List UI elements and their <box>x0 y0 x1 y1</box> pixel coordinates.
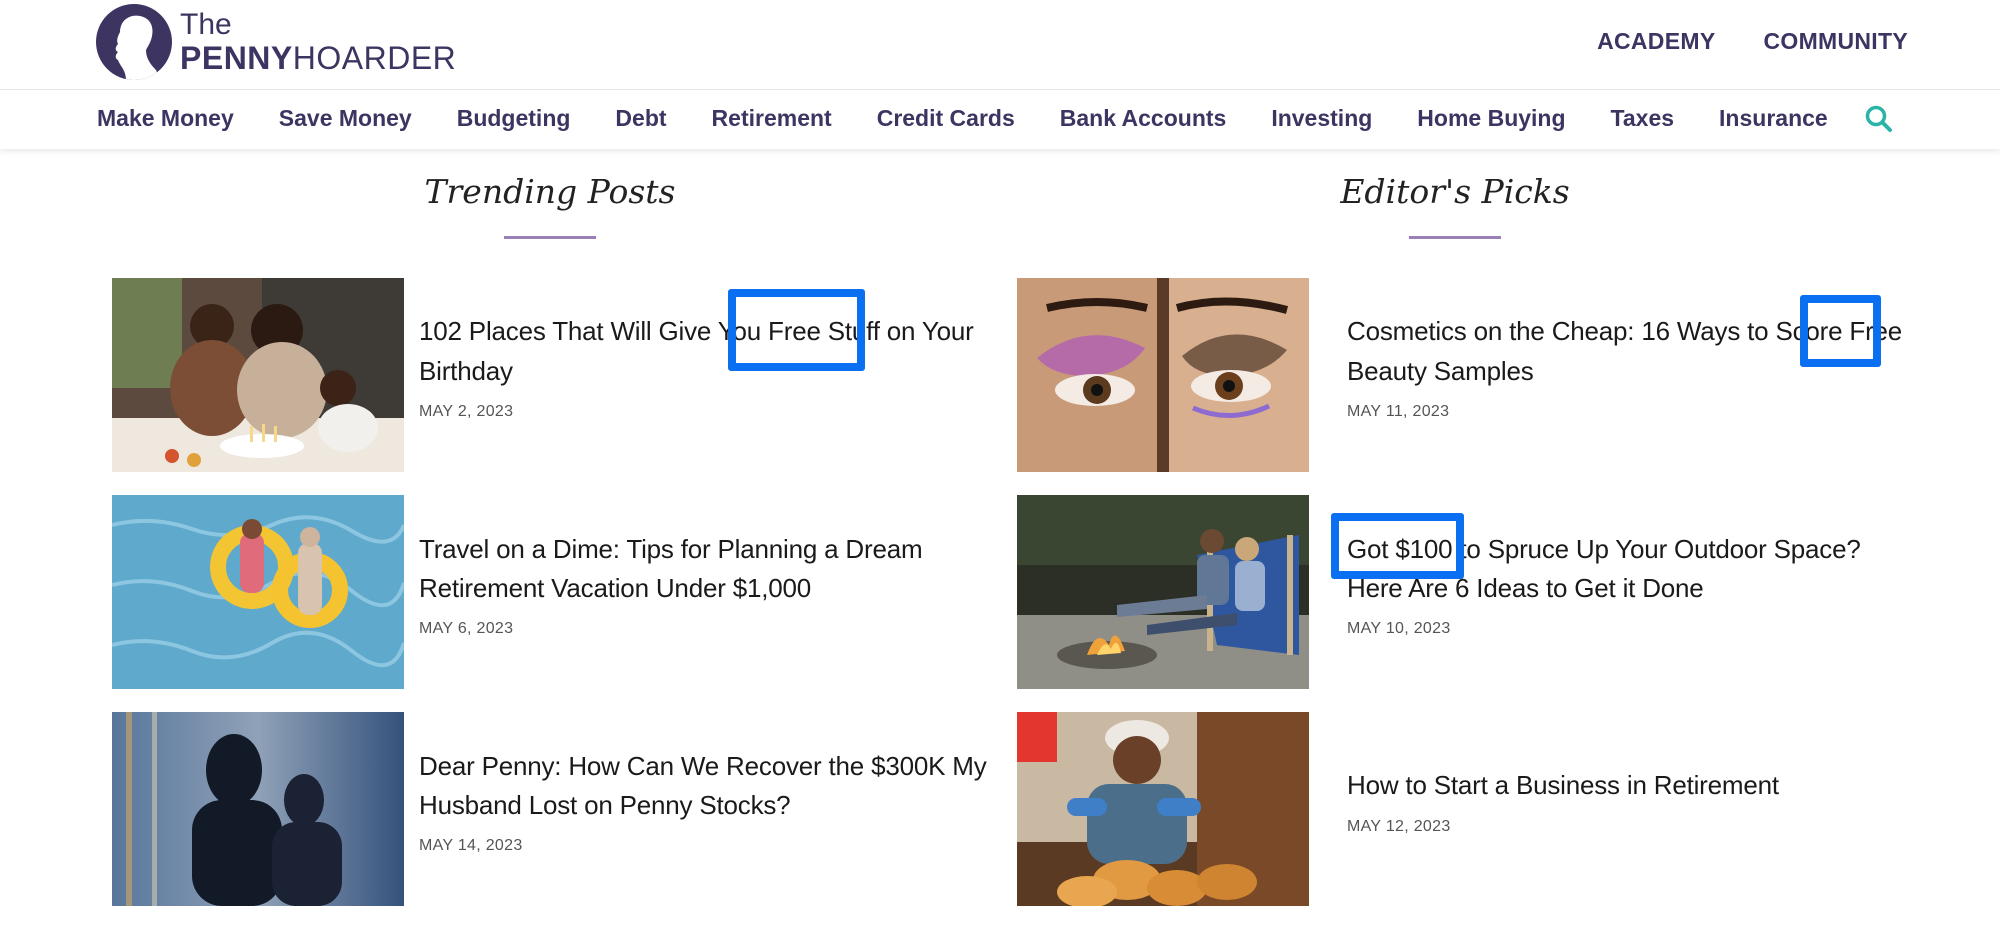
post-title-line1[interactable]: How to Start a Business in Retirement <box>1347 765 1779 805</box>
nav-budgeting[interactable]: Budgeting <box>457 105 571 132</box>
nav-investing[interactable]: Investing <box>1271 105 1372 132</box>
logo-silhouette-icon <box>96 4 172 80</box>
post-title-line2[interactable]: Birthday <box>419 351 513 391</box>
highlight-box <box>1331 513 1464 579</box>
nav-make-money[interactable]: Make Money <box>97 105 234 132</box>
top-header: The PENNYHOARDER ACADEMY COMMUNITY <box>0 0 2000 90</box>
nav-save-money[interactable]: Save Money <box>279 105 412 132</box>
post-date: MAY 12, 2023 <box>1347 818 1451 835</box>
site-logo[interactable]: The PENNYHOARDER <box>96 4 456 80</box>
post-title-line1[interactable]: 102 Places That Will Give You Free Stuff… <box>419 311 974 351</box>
post-date: MAY 11, 2023 <box>1347 403 1450 420</box>
editors-picks-heading: Editor's Picks <box>1340 172 1570 211</box>
post-date: MAY 14, 2023 <box>419 837 523 854</box>
highlight-box <box>1800 295 1881 367</box>
main-nav: Make Money Save Money Budgeting Debt Ret… <box>0 91 2000 149</box>
post-title-line2[interactable]: Husband Lost on Penny Stocks? <box>419 785 791 825</box>
post-date: MAY 6, 2023 <box>419 620 514 637</box>
nav-retirement[interactable]: Retirement <box>712 105 832 132</box>
nav-home-buying[interactable]: Home Buying <box>1417 105 1565 132</box>
post-title-line2[interactable]: Beauty Samples <box>1347 351 1534 391</box>
post-image-pool[interactable] <box>112 495 404 689</box>
community-link[interactable]: COMMUNITY <box>1763 28 1908 55</box>
logo-the: The <box>180 8 232 41</box>
post-title-line2[interactable]: Retirement Vacation Under $1,000 <box>419 568 811 608</box>
post-image-cosmetics[interactable] <box>1017 278 1309 472</box>
post-title-line1[interactable]: Travel on a Dime: Tips for Planning a Dr… <box>419 529 923 569</box>
post-date: MAY 10, 2023 <box>1347 620 1451 637</box>
academy-link[interactable]: ACADEMY <box>1597 28 1715 55</box>
post-image-couple[interactable] <box>112 712 404 906</box>
logo-penny: PENNY <box>180 40 293 76</box>
search-icon[interactable] <box>1864 104 1894 134</box>
trending-posts-heading: Trending Posts <box>424 172 676 211</box>
highlight-box <box>728 289 865 371</box>
editors-divider <box>1409 236 1501 239</box>
nav-bank-accounts[interactable]: Bank Accounts <box>1060 105 1227 132</box>
post-title-line1[interactable]: Dear Penny: How Can We Recover the $300K… <box>419 746 987 786</box>
nav-insurance[interactable]: Insurance <box>1719 105 1828 132</box>
post-image-birthday[interactable] <box>112 278 404 472</box>
nav-debt[interactable]: Debt <box>615 105 666 132</box>
nav-taxes[interactable]: Taxes <box>1611 105 1675 132</box>
nav-credit-cards[interactable]: Credit Cards <box>877 105 1015 132</box>
trending-divider <box>504 236 596 239</box>
post-date: MAY 2, 2023 <box>419 403 514 420</box>
logo-hoarder: HOARDER <box>292 40 457 76</box>
post-image-bakery[interactable] <box>1017 712 1309 906</box>
post-image-campfire[interactable] <box>1017 495 1309 689</box>
